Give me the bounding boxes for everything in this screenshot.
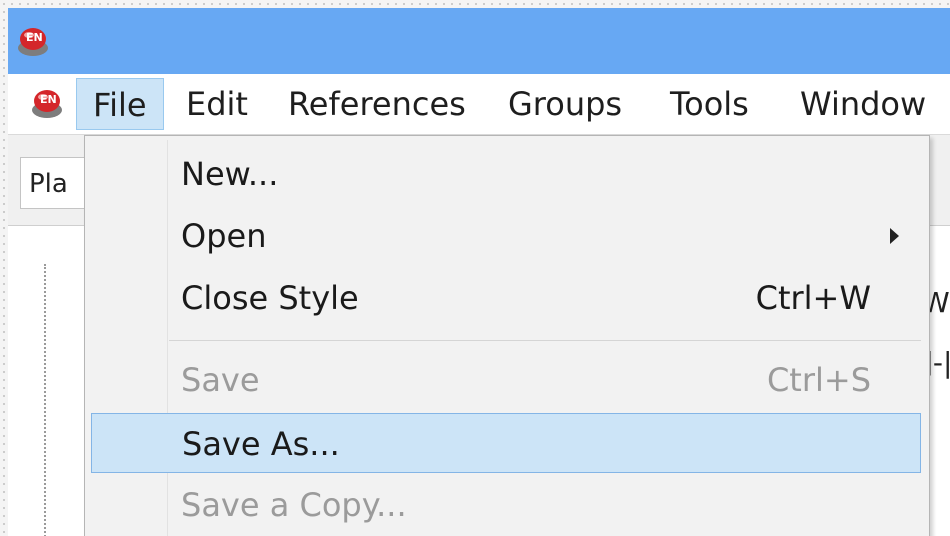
app-menu-icon[interactable]: EN (30, 86, 64, 120)
menu-item-label: Open (181, 217, 267, 255)
file-menu-dropdown: New... Open Close Style Ctrl+W Save Ctrl… (84, 135, 930, 536)
left-ruler (44, 264, 86, 536)
menu-item-label: Close Style (181, 279, 359, 317)
app-window: EN EN File Edit References Groups Tools … (8, 8, 950, 536)
menu-item-shortcut: Ctrl+W (755, 279, 871, 317)
menu-item-close-style[interactable]: Close Style Ctrl+W (85, 268, 929, 328)
menu-item-shortcut: Ctrl+S (766, 361, 871, 399)
menu-separator (169, 340, 921, 341)
menu-groups[interactable]: Groups (492, 78, 638, 130)
menu-item-label: Save As... (182, 425, 340, 463)
submenu-arrow-icon (890, 228, 899, 244)
menu-item-save-a-copy[interactable]: Save a Copy... (85, 475, 929, 535)
style-selector-field[interactable]: Pla (20, 157, 90, 209)
svg-text:EN: EN (26, 31, 43, 44)
menu-file[interactable]: File (76, 78, 164, 130)
menu-edit[interactable]: Edit (170, 78, 264, 130)
menu-bar: EN File Edit References Groups Tools Win… (8, 74, 950, 135)
menu-window[interactable]: Window (784, 78, 942, 130)
menu-item-save[interactable]: Save Ctrl+S (85, 350, 929, 410)
app-logo-icon: EN (18, 28, 48, 56)
menu-item-save-as[interactable]: Save As... (91, 413, 921, 473)
menu-item-label: Save (181, 361, 260, 399)
menu-item-label: Save a Copy... (181, 486, 407, 524)
menu-tools[interactable]: Tools (654, 78, 765, 130)
menu-references[interactable]: References (272, 78, 482, 130)
menu-item-new[interactable]: New... (85, 144, 929, 204)
svg-text:EN: EN (40, 93, 57, 106)
menu-item-label: New... (181, 155, 279, 193)
title-bar[interactable]: EN (8, 8, 950, 74)
menu-item-open[interactable]: Open (85, 206, 929, 266)
